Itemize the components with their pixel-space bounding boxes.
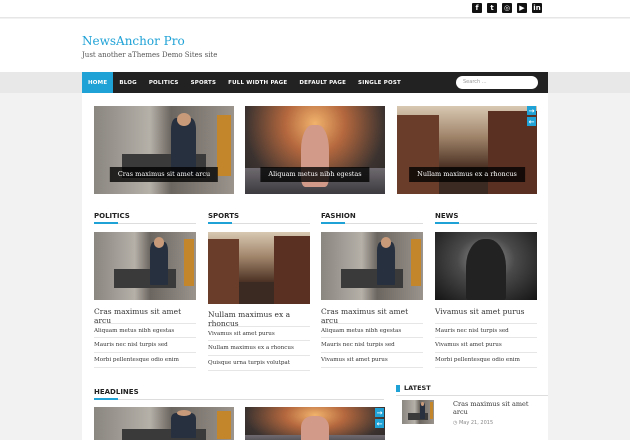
nav-item-single-post[interactable]: SINGLE POST xyxy=(352,72,407,93)
section-divider xyxy=(321,222,423,224)
slide-caption[interactable]: Cras maximus sit amet arcu xyxy=(109,167,219,182)
linkedin-icon[interactable]: in xyxy=(532,3,542,13)
slide-caption[interactable]: Nullam maximus ex a rhoncus xyxy=(409,167,525,182)
section-divider xyxy=(435,222,537,224)
site-tagline: Just another aThemes Demo Sites site xyxy=(82,51,218,59)
latest-post-thumbnail[interactable] xyxy=(402,400,434,424)
list-item[interactable]: Quisque urna turpis volutpat xyxy=(208,356,310,371)
list-item[interactable]: Nullam maximus ex a rhoncus xyxy=(208,341,310,356)
site-header: NewsAnchor Pro Just another aThemes Demo… xyxy=(0,19,630,72)
list-item[interactable]: Morbi pellentesque odio enim xyxy=(435,353,537,368)
post-list: Vivamus sit amet purus Nullam maximus ex… xyxy=(208,326,310,371)
social-links: f t ◎ ▶ in xyxy=(472,3,542,13)
widget-divider xyxy=(396,395,548,396)
facebook-icon[interactable]: f xyxy=(472,3,482,13)
post-thumbnail[interactable] xyxy=(435,232,537,300)
nav-item-sports[interactable]: SPORTS xyxy=(185,72,223,93)
section-divider xyxy=(94,222,196,224)
latest-post-title[interactable]: Cras maximus sit amet arcu xyxy=(453,400,533,416)
section-title-sports[interactable]: SPORTS xyxy=(208,212,239,220)
square-icon xyxy=(396,384,400,392)
nav-item-blog[interactable]: BLOG xyxy=(113,72,143,93)
list-item[interactable]: Mauris nec nisl turpis sed xyxy=(321,338,423,353)
headline-image[interactable] xyxy=(94,407,234,440)
top-bar: f t ◎ ▶ in xyxy=(0,0,630,18)
slide-caption[interactable]: Aliquam metus nibh egestas xyxy=(260,167,370,182)
nav-item-home[interactable]: HOME xyxy=(82,72,114,93)
arrow-right-icon[interactable]: → xyxy=(527,106,536,115)
site-title[interactable]: NewsAnchor Pro xyxy=(82,34,185,48)
widget-title-label: LATEST xyxy=(404,384,431,392)
list-item[interactable]: Vivamus sit amet purus xyxy=(208,326,310,341)
slide-image[interactable]: Cras maximus sit amet arcu xyxy=(94,106,234,194)
nav-item-default-page[interactable]: DEFAULT PAGE xyxy=(293,72,352,93)
date-text: May 21, 2015 xyxy=(458,420,494,426)
headline-image[interactable] xyxy=(245,407,385,440)
nav-item-politics[interactable]: POLITICS xyxy=(143,72,185,93)
list-item[interactable]: Aliquam metus nibh egestas xyxy=(94,323,196,338)
list-item[interactable]: Mauris nec nisl turpis sed xyxy=(94,338,196,353)
instagram-icon[interactable]: ◎ xyxy=(502,3,512,13)
nav-wrapper: HOME BLOG POLITICS SPORTS FULL WIDTH PAG… xyxy=(0,72,630,93)
featured-post-title[interactable]: Vivamus sit amet purus xyxy=(435,307,537,316)
post-thumbnail[interactable] xyxy=(321,232,423,300)
arrow-left-icon[interactable]: ← xyxy=(527,117,536,126)
slider-arrows: → ← xyxy=(527,106,536,126)
list-item[interactable]: Aliquam metus nibh egestas xyxy=(321,323,423,338)
section-title-fashion[interactable]: FASHION xyxy=(321,212,356,220)
section-title-headlines[interactable]: HEADLINES xyxy=(94,388,139,396)
post-list: Mauris nec nisl turpis sed Vivamus sit a… xyxy=(435,323,537,368)
list-item[interactable]: Morbi pellentesque odio enim xyxy=(94,353,196,368)
search-input[interactable]: Search ... xyxy=(456,76,538,89)
arrow-right-icon[interactable]: → xyxy=(375,408,384,417)
twitter-icon[interactable]: t xyxy=(487,3,497,13)
nav-item-full-width-page[interactable]: FULL WIDTH PAGE xyxy=(222,72,293,93)
latest-post-date: ◷ May 21, 2015 xyxy=(453,420,494,426)
post-list: Aliquam metus nibh egestas Mauris nec ni… xyxy=(321,323,423,368)
section-divider xyxy=(94,398,384,400)
slide-image[interactable]: Nullam maximus ex a rhoncus xyxy=(397,106,537,194)
section-divider xyxy=(208,222,310,224)
post-thumbnail[interactable] xyxy=(208,232,310,304)
list-item[interactable]: Mauris nec nisl turpis sed xyxy=(435,323,537,338)
youtube-icon[interactable]: ▶ xyxy=(517,3,527,13)
main-nav: HOME BLOG POLITICS SPORTS FULL WIDTH PAG… xyxy=(82,72,548,93)
list-item[interactable]: Vivamus sit amet purus xyxy=(321,353,423,368)
widget-title-latest: LATEST xyxy=(396,384,431,392)
post-list: Aliquam metus nibh egestas Mauris nec ni… xyxy=(94,323,196,368)
post-thumbnail[interactable] xyxy=(94,232,196,300)
list-item[interactable]: Vivamus sit amet purus xyxy=(435,338,537,353)
section-title-news[interactable]: NEWS xyxy=(435,212,458,220)
section-title-politics[interactable]: POLITICS xyxy=(94,212,130,220)
headline-arrows: → ← xyxy=(375,408,384,428)
arrow-left-icon[interactable]: ← xyxy=(375,419,384,428)
slide-image[interactable]: Aliquam metus nibh egestas xyxy=(245,106,385,194)
